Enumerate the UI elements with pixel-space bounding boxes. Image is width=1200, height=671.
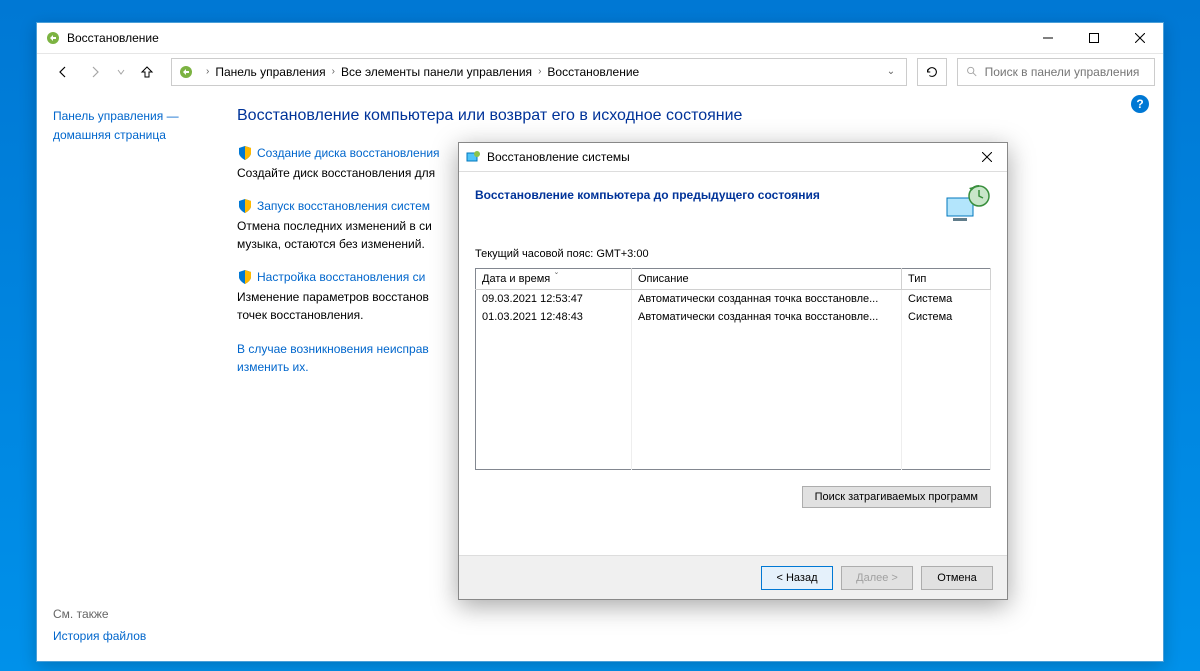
refresh-button[interactable]: [917, 58, 947, 86]
minimize-button[interactable]: [1025, 23, 1071, 53]
dialog-footer: < Назад Далее > Отмена: [459, 555, 1007, 599]
search-box[interactable]: [957, 58, 1155, 86]
dialog-titlebar: Восстановление системы: [459, 143, 1007, 171]
chevron-right-icon: ›: [538, 66, 541, 77]
sort-indicator-icon: ⌄: [554, 268, 560, 276]
chevron-right-icon: ›: [206, 66, 209, 77]
sidebar: Панель управления — домашняя страница См…: [37, 89, 237, 661]
next-button[interactable]: Далее >: [841, 566, 913, 590]
forward-button[interactable]: [81, 58, 109, 86]
recovery-icon: [178, 64, 194, 80]
see-also-label: См. также: [53, 607, 146, 621]
back-button[interactable]: [49, 58, 77, 86]
shield-icon: [237, 145, 253, 161]
breadcrumb: › Панель управления › Все элементы панел…: [200, 65, 882, 79]
shield-icon: [237, 198, 253, 214]
breadcrumb-item[interactable]: Все элементы панели управления: [341, 65, 532, 79]
cancel-button[interactable]: Отмена: [921, 566, 993, 590]
table-row[interactable]: 09.03.2021 12:53:47 Автоматически создан…: [476, 290, 991, 308]
column-description[interactable]: Описание: [632, 269, 902, 290]
timezone-label: Текущий часовой пояс: GMT+3:00: [475, 248, 991, 260]
window-controls: [1025, 23, 1163, 53]
dialog-title: Восстановление системы: [487, 150, 973, 164]
titlebar: Восстановление: [37, 23, 1163, 53]
address-bar[interactable]: › Панель управления › Все элементы панел…: [171, 58, 907, 86]
sidebar-home-link[interactable]: Панель управления — домашняя страница: [53, 107, 221, 145]
maximize-button[interactable]: [1071, 23, 1117, 53]
configure-restore-link[interactable]: Настройка восстановления си: [257, 270, 425, 284]
recent-dropdown[interactable]: [113, 58, 129, 86]
system-restore-dialog: Восстановление системы Восстановление ко…: [458, 142, 1008, 600]
window-title: Восстановление: [67, 31, 1025, 45]
column-type[interactable]: Тип: [902, 269, 991, 290]
up-button[interactable]: [133, 58, 161, 86]
back-button[interactable]: < Назад: [761, 566, 833, 590]
recovery-icon: [45, 30, 61, 46]
chevron-right-icon: ›: [332, 66, 335, 77]
restore-icon: [465, 149, 481, 165]
chevron-down-icon[interactable]: ⌄: [882, 66, 900, 77]
search-input[interactable]: [985, 65, 1146, 79]
dialog-body: Восстановление компьютера до предыдущего…: [459, 171, 1007, 555]
page-title: Восстановление компьютера или возврат ег…: [237, 107, 1123, 125]
system-restore-link[interactable]: Запуск восстановления систем: [257, 199, 430, 213]
restore-art-icon: [943, 184, 991, 224]
restore-points-table: Дата и время⌄ Описание Тип 09.03.2021 12…: [475, 268, 991, 470]
dialog-close-button[interactable]: [973, 147, 1001, 167]
scan-affected-button[interactable]: Поиск затрагиваемых программ: [802, 486, 991, 508]
breadcrumb-item[interactable]: Панель управления: [215, 65, 325, 79]
table-row[interactable]: 01.03.2021 12:48:43 Автоматически создан…: [476, 308, 991, 326]
create-recovery-drive-link[interactable]: Создание диска восстановления: [257, 146, 440, 160]
breadcrumb-item[interactable]: Восстановление: [547, 65, 639, 79]
column-datetime[interactable]: Дата и время⌄: [476, 269, 632, 290]
shield-icon: [237, 269, 253, 285]
close-button[interactable]: [1117, 23, 1163, 53]
search-icon: [966, 65, 979, 79]
file-history-link[interactable]: История файлов: [53, 629, 146, 643]
navbar: › Панель управления › Все элементы панел…: [37, 53, 1163, 89]
dialog-subtitle: Восстановление компьютера до предыдущего…: [475, 184, 943, 202]
